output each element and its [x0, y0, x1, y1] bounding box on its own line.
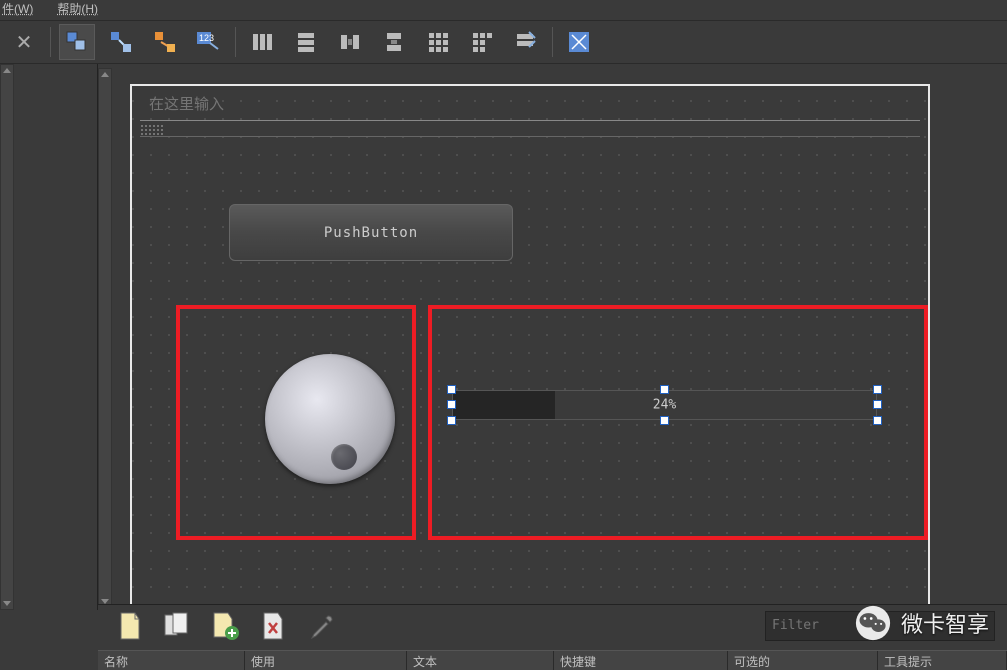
layout-grid-button[interactable]: [420, 24, 456, 60]
window-title-input[interactable]: [140, 90, 920, 118]
layout-form-button[interactable]: [464, 24, 500, 60]
paste-action-button[interactable]: [210, 610, 242, 642]
widget-box-sidebar: [0, 64, 98, 610]
grid-icon: [427, 31, 449, 53]
col-checkable[interactable]: 可选的: [728, 651, 878, 670]
col-text[interactable]: 文本: [407, 651, 554, 670]
resize-handle-tm[interactable]: [660, 385, 669, 394]
delete-action-button[interactable]: [258, 610, 290, 642]
col-shortcut[interactable]: 快捷键: [554, 651, 728, 670]
form-canvas[interactable]: PushButton 24%: [130, 84, 930, 610]
title-underline: [140, 120, 920, 121]
col-tooltip[interactable]: 工具提示: [878, 651, 1007, 670]
toolbar-separator: [50, 27, 51, 57]
resize-handle-bm[interactable]: [660, 416, 669, 425]
break-layout-button[interactable]: [508, 24, 544, 60]
edit-tab-order-button[interactable]: 123: [191, 24, 227, 60]
dial-widget[interactable]: [265, 354, 395, 484]
resize-handle-ml[interactable]: [447, 400, 456, 409]
close-button[interactable]: ✕: [6, 24, 42, 60]
watermark: 微卡智享: [855, 605, 989, 641]
col-used[interactable]: 使用: [245, 651, 407, 670]
canvas-scrollbar[interactable]: [98, 68, 112, 608]
menu-help[interactable]: 帮助(H): [57, 0, 98, 20]
close-icon: ✕: [16, 30, 33, 55]
menubar: 件(W) 帮助(H): [0, 0, 1007, 20]
progress-fill: [453, 391, 555, 419]
wrench-icon: [308, 612, 336, 640]
push-button-widget[interactable]: PushButton: [229, 204, 513, 261]
svg-text:123: 123: [199, 33, 214, 43]
document-icon: [117, 611, 143, 641]
document-plus-icon: [212, 611, 240, 641]
layout-h-splitter-button[interactable]: [332, 24, 368, 60]
layout-h-icon: [251, 31, 273, 53]
signals-icon: [109, 30, 133, 54]
edit-widgets-button[interactable]: [59, 24, 95, 60]
layout-v-splitter-button[interactable]: [376, 24, 412, 60]
edit-buddies-button[interactable]: [147, 24, 183, 60]
document-x-icon: [260, 611, 288, 641]
menu-file[interactable]: 件(W): [2, 0, 33, 20]
adjust-size-button[interactable]: [561, 24, 597, 60]
resize-handle-mr[interactable]: [873, 400, 882, 409]
resize-handle-tr[interactable]: [873, 385, 882, 394]
layout-horizontal-button[interactable]: [244, 24, 280, 60]
resize-handle-tl[interactable]: [447, 385, 456, 394]
menu-grip[interactable]: [140, 124, 164, 136]
layout-vertical-button[interactable]: [288, 24, 324, 60]
adjust-icon: [568, 31, 590, 53]
sidebar-scrollbar[interactable]: [0, 64, 14, 610]
wechat-icon: [855, 605, 891, 641]
resize-handle-br[interactable]: [873, 416, 882, 425]
form-icon: [471, 31, 493, 53]
tab-order-icon: 123: [196, 31, 222, 53]
canvas-area: PushButton 24%: [98, 64, 1007, 610]
resize-handle-bl[interactable]: [447, 416, 456, 425]
buddies-icon: [153, 30, 177, 54]
widgets-icon: [65, 30, 89, 54]
col-name[interactable]: 名称: [98, 651, 245, 670]
configure-action-button[interactable]: [306, 610, 338, 642]
layout-v-icon: [295, 31, 317, 53]
action-table-headers: 名称 使用 文本 快捷键 可选的 工具提示: [98, 650, 1007, 670]
toolbar: ✕ 123: [0, 20, 1007, 64]
main-area: PushButton 24%: [0, 64, 1007, 610]
edit-signals-button[interactable]: [103, 24, 139, 60]
new-action-button[interactable]: [114, 610, 146, 642]
progress-text: 24%: [653, 398, 676, 413]
toolbar-separator: [552, 27, 553, 57]
title-underline: [140, 136, 920, 137]
break-icon: [515, 31, 537, 53]
splitter-h-icon: [339, 31, 361, 53]
documents-icon: [163, 611, 193, 641]
copy-action-button[interactable]: [162, 610, 194, 642]
watermark-text: 微卡智享: [901, 607, 989, 639]
progress-bar-widget[interactable]: 24%: [452, 390, 877, 420]
annotation-box: [428, 305, 928, 540]
splitter-v-icon: [383, 31, 405, 53]
toolbar-separator: [235, 27, 236, 57]
